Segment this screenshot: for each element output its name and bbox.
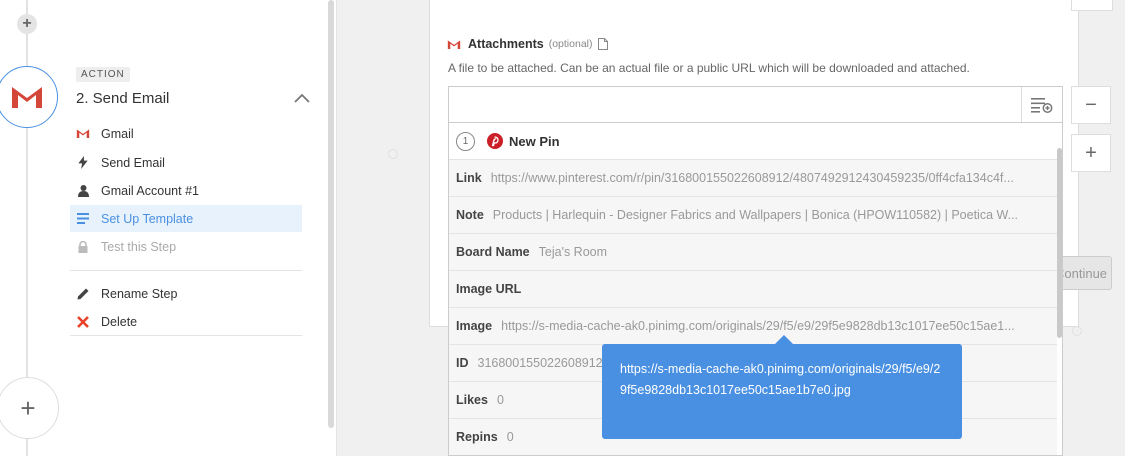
tooltip-arrow: [775, 335, 793, 344]
pencil-icon: [76, 288, 90, 300]
delete-step-label: Delete: [101, 314, 138, 329]
field-key: Link: [456, 171, 482, 185]
field-label-text: Attachments: [468, 37, 544, 51]
trigger-app-name: New Pin: [509, 133, 560, 149]
previous-field-button[interactable]: [1071, 0, 1113, 11]
delete-x-icon: [76, 315, 90, 328]
field-key: Repins: [456, 430, 498, 444]
sidebar-item-setup-template[interactable]: Set Up Template: [70, 205, 302, 232]
gmail-step-icon[interactable]: [0, 66, 58, 128]
field-option-note[interactable]: Note Products | Harlequin - Designer Fab…: [449, 197, 1057, 234]
dropdown-scrollbar[interactable]: [1057, 148, 1062, 338]
gmail-icon: [447, 39, 461, 49]
rename-step-label: Rename Step: [101, 286, 178, 301]
sidebar-item-label: Test this Step: [101, 239, 177, 254]
step-title[interactable]: 2. Send Email: [76, 90, 169, 107]
field-value: 0: [496, 393, 504, 407]
field-value: 316800155022608912: [477, 356, 603, 370]
divider: [70, 270, 302, 271]
optional-tag: (optional): [548, 38, 593, 50]
gmail-icon: [76, 128, 90, 139]
field-value: Teja's Room: [538, 245, 608, 259]
background-dot: [388, 149, 398, 159]
sidebar-item-label: Send Email: [101, 155, 165, 170]
gmail-icon: [12, 87, 42, 108]
field-key: Note: [456, 208, 484, 222]
pinterest-icon: [487, 133, 503, 149]
field-option-link[interactable]: Link https://www.pinterest.com/r/pin/316…: [449, 160, 1057, 197]
insert-field-button[interactable]: [1021, 87, 1062, 122]
value-tooltip: https://s-media-cache-ak0.pinimg.com/ori…: [602, 344, 962, 439]
field-key: Likes: [456, 393, 488, 407]
action-badge: ACTION: [76, 67, 130, 82]
field-value: https://www.pinterest.com/r/pin/31680015…: [490, 171, 1014, 185]
insert-field-icon: [1031, 97, 1053, 113]
attachments-label: Attachments (optional): [447, 37, 608, 51]
add-step-button[interactable]: +: [0, 377, 59, 439]
lock-icon: [76, 240, 90, 253]
field-option-image-url[interactable]: Image URL: [449, 271, 1057, 308]
list-icon: [76, 213, 90, 224]
field-help-text: A file to be attached. Can be an actual …: [448, 61, 970, 75]
sidebar-item-label: Gmail Account #1: [101, 183, 199, 198]
sidebar-item-account[interactable]: Gmail Account #1: [70, 177, 302, 204]
field-value: Products | Harlequin - Designer Fabrics …: [492, 208, 1019, 222]
sidebar-item-test-step: Test this Step: [70, 233, 302, 260]
sidebar: + ACTION 2. Send Email Gmail Send Email …: [0, 0, 337, 456]
sidebar-scrollbar[interactable]: [328, 0, 334, 428]
user-icon: [76, 184, 90, 197]
rename-step-button[interactable]: Rename Step: [70, 280, 302, 307]
sidebar-item-gmail[interactable]: Gmail: [70, 120, 302, 147]
field-value: https://s-media-cache-ak0.pinimg.com/ori…: [501, 319, 1015, 333]
delete-step-button[interactable]: Delete: [70, 308, 302, 335]
sidebar-item-label: Gmail: [101, 126, 134, 141]
field-key: Image URL: [456, 282, 522, 296]
divider: [70, 335, 302, 336]
remove-field-button[interactable]: −: [1071, 86, 1111, 124]
document-icon[interactable]: [597, 38, 608, 50]
trigger-step-header[interactable]: 1 New Pin: [449, 123, 1057, 160]
field-key: Board Name: [456, 245, 530, 259]
lightning-icon: [76, 156, 90, 169]
field-key: Image: [456, 319, 493, 333]
sidebar-item-send-email[interactable]: Send Email: [70, 149, 302, 176]
background-dot: [1072, 326, 1082, 336]
field-option-image[interactable]: Image https://s-media-cache-ak0.pinimg.c…: [449, 308, 1057, 345]
attachments-input[interactable]: [448, 86, 1063, 123]
add-field-button[interactable]: +: [1071, 134, 1111, 172]
sidebar-item-label: Set Up Template: [101, 211, 194, 226]
insert-step-button[interactable]: +: [17, 14, 37, 34]
field-value: 0: [506, 430, 514, 444]
chevron-up-icon[interactable]: [294, 90, 310, 108]
field-option-board-name[interactable]: Board Name Teja's Room: [449, 234, 1057, 271]
step-number: 1: [456, 131, 475, 151]
field-key: ID: [456, 356, 469, 370]
